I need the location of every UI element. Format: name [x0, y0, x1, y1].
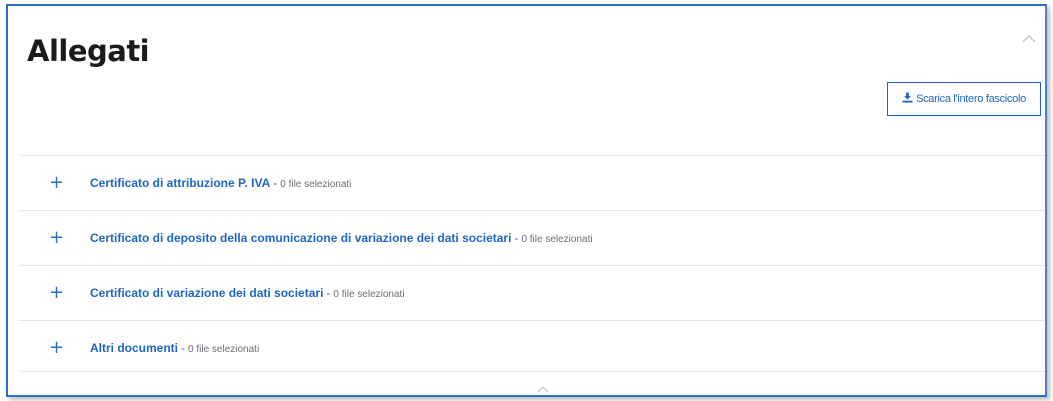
file-count: 0 file selezionati — [188, 344, 260, 355]
separator: - — [181, 341, 186, 355]
attachment-row-variazione[interactable]: + Certificato di variazione dei dati soc… — [18, 265, 1045, 320]
plus-icon[interactable]: + — [49, 229, 64, 247]
chevron-up-icon[interactable] — [536, 381, 550, 393]
file-count: 0 file selezionati — [280, 179, 352, 190]
section-title: Allegati — [27, 34, 150, 68]
download-dossier-button[interactable]: Scarica l'intero fascicolo — [887, 82, 1041, 116]
attachments-panel: Allegati Scarica l'intero fascicolo + Ce… — [6, 4, 1047, 397]
attachment-label[interactable]: Altri documenti — [90, 341, 178, 355]
attachment-label[interactable]: Certificato di deposito della comunicazi… — [90, 231, 511, 245]
file-count: 0 file selezionati — [521, 234, 593, 245]
attachment-label[interactable]: Certificato di attribuzione P. IVA — [90, 176, 270, 190]
attachment-label[interactable]: Certificato di variazione dei dati socie… — [90, 286, 323, 300]
chevron-up-icon[interactable] — [1021, 32, 1037, 44]
collapse-bar — [18, 371, 1045, 395]
separator: - — [326, 286, 331, 300]
plus-icon[interactable]: + — [49, 174, 64, 192]
attachment-row-piva[interactable]: + Certificato di attribuzione P. IVA -0 f… — [18, 155, 1045, 210]
attachments-list: + Certificato di attribuzione P. IVA -0 f… — [18, 155, 1045, 375]
attachment-row-deposito[interactable]: + Certificato di deposito della comunica… — [18, 210, 1045, 265]
separator: - — [514, 231, 519, 245]
download-dossier-label: Scarica l'intero fascicolo — [916, 93, 1026, 105]
attachment-row-altri[interactable]: + Altri documenti -0 file selezionati — [18, 320, 1045, 375]
file-count: 0 file selezionati — [333, 289, 405, 300]
plus-icon[interactable]: + — [49, 339, 64, 357]
separator: - — [273, 176, 278, 190]
plus-icon[interactable]: + — [49, 284, 64, 302]
download-icon — [902, 92, 913, 106]
